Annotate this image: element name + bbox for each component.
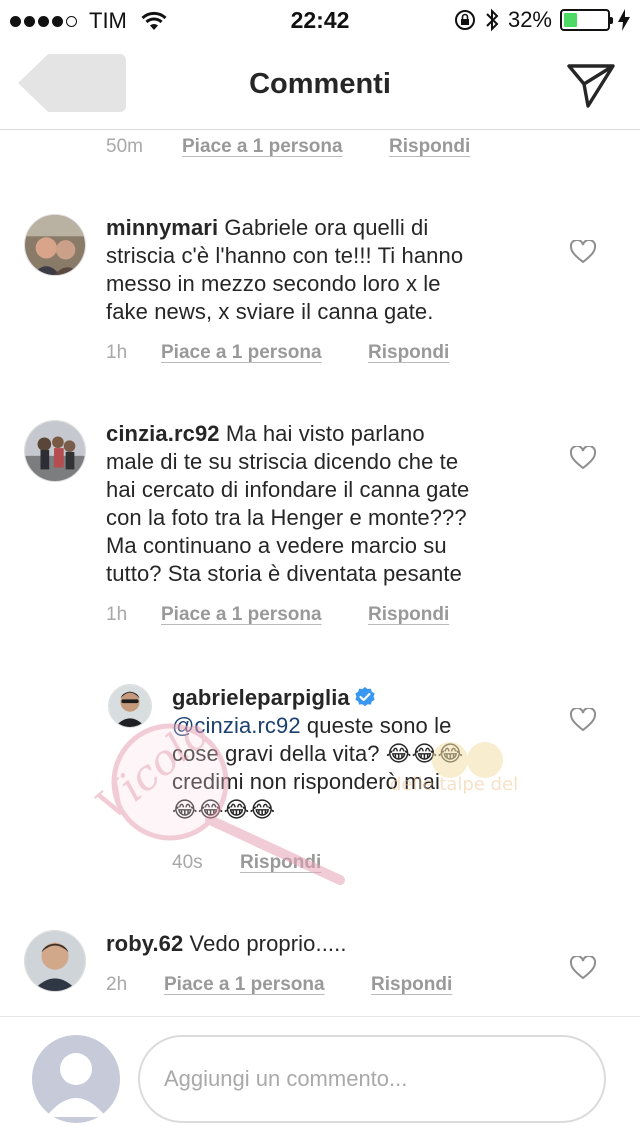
battery-percent: 32% bbox=[507, 7, 552, 32]
comment-line: credimi non risponderò mai bbox=[172, 769, 440, 794]
comment-composer bbox=[0, 1016, 640, 1136]
like-heart-icon[interactable] bbox=[570, 446, 596, 470]
comment-time: 50m bbox=[106, 136, 143, 157]
battery-level-fill bbox=[564, 13, 578, 27]
reply-link[interactable]: Rispondi bbox=[389, 136, 470, 158]
reply-link[interactable]: Rispondi bbox=[240, 852, 321, 874]
comment-meta: 1h Piace a 1 persona Rispondi bbox=[106, 342, 449, 364]
previous-comment-meta: 50m Piace a 1 persona Rispondi bbox=[106, 136, 470, 158]
comment-line: fake news, x sviare il canna gate. bbox=[106, 299, 434, 324]
comment-time: 1h bbox=[106, 604, 128, 625]
mention-link[interactable]: @cinzia.rc92 bbox=[172, 713, 301, 738]
comment-line: Ma hai visto parlano bbox=[225, 421, 425, 446]
comment-meta: 2h Piace a 1 persona Rispondi bbox=[106, 974, 452, 996]
comment-line: hai cercato di infondare il canna gate bbox=[106, 477, 470, 502]
comment-line: tutto? Sta storia è diventata pesante bbox=[106, 561, 462, 586]
avatar[interactable] bbox=[24, 930, 86, 992]
page-title: Commenti bbox=[249, 68, 391, 100]
like-heart-icon[interactable] bbox=[570, 708, 596, 732]
rotation-lock-icon bbox=[454, 10, 475, 30]
comment-line: male di te su striscia dicendo che te bbox=[106, 449, 459, 474]
status-right: 32% bbox=[454, 7, 630, 33]
comment-line: Ma continuano a vedere marcio su bbox=[106, 533, 447, 558]
like-heart-icon[interactable] bbox=[570, 240, 596, 264]
comment-line: 😂😂😂😂 bbox=[172, 797, 276, 822]
comment-line: Vedo proprio..... bbox=[189, 931, 347, 956]
reply-link[interactable]: Rispondi bbox=[371, 974, 452, 996]
comment-line: striscia c'è l'hanno con te!!! Ti hanno bbox=[106, 243, 464, 268]
comment-line: messo in mezzo secondo loro x le bbox=[106, 271, 441, 296]
comment-username[interactable]: gabrieleparpiglia bbox=[172, 685, 350, 710]
comment-time: 1h bbox=[106, 342, 128, 363]
comment-line: queste sono le bbox=[306, 713, 452, 738]
likes-link[interactable]: Piace a 1 persona bbox=[161, 604, 368, 626]
status-bar: TIM 22:42 32% bbox=[0, 0, 640, 40]
comment-text: cinzia.rc92 Ma hai visto parlano male di… bbox=[106, 420, 546, 588]
avatar[interactable] bbox=[108, 684, 152, 728]
comment-username[interactable]: cinzia.rc92 bbox=[106, 421, 220, 446]
comment-line: cose gravi della vita? 😂😂😂 bbox=[172, 741, 464, 766]
like-heart-icon[interactable] bbox=[570, 956, 596, 980]
comment-line: con la foto tra la Henger e monte??? bbox=[106, 505, 467, 530]
comment-line: Gabriele ora quelli di bbox=[224, 215, 429, 240]
paper-plane-icon[interactable] bbox=[566, 62, 616, 108]
reply-link[interactable]: Rispondi bbox=[368, 604, 449, 626]
comment-username[interactable]: minnymari bbox=[106, 215, 218, 240]
reply-link[interactable]: Rispondi bbox=[368, 342, 449, 364]
comment-time: 2h bbox=[106, 974, 128, 995]
comment-meta: 40s Rispondi bbox=[172, 852, 321, 874]
comment-text: gabrieleparpiglia @cinzia.rc92 queste so… bbox=[172, 684, 532, 824]
comment-time: 40s bbox=[172, 852, 203, 873]
comment-text: roby.62 Vedo proprio..... bbox=[106, 930, 546, 958]
comment-username[interactable]: roby.62 bbox=[106, 931, 183, 956]
likes-link[interactable]: Piace a 1 persona bbox=[161, 342, 368, 364]
likes-link[interactable]: Piace a 1 persona bbox=[164, 974, 371, 996]
avatar[interactable] bbox=[24, 420, 86, 482]
comment-input[interactable] bbox=[138, 1035, 606, 1123]
user-avatar-placeholder-icon bbox=[32, 1035, 120, 1123]
likes-link[interactable]: Piace a 1 persona bbox=[182, 136, 389, 158]
charging-bolt-icon bbox=[618, 9, 630, 31]
comment-text: minnymari Gabriele ora quelli di strisci… bbox=[106, 214, 546, 326]
battery-icon bbox=[560, 9, 613, 31]
navigation-bar: Commenti bbox=[0, 40, 640, 130]
avatar[interactable] bbox=[24, 214, 86, 276]
bluetooth-icon bbox=[486, 8, 499, 32]
comment-meta: 1h Piace a 1 persona Rispondi bbox=[106, 604, 449, 626]
verified-badge-icon bbox=[355, 687, 375, 707]
